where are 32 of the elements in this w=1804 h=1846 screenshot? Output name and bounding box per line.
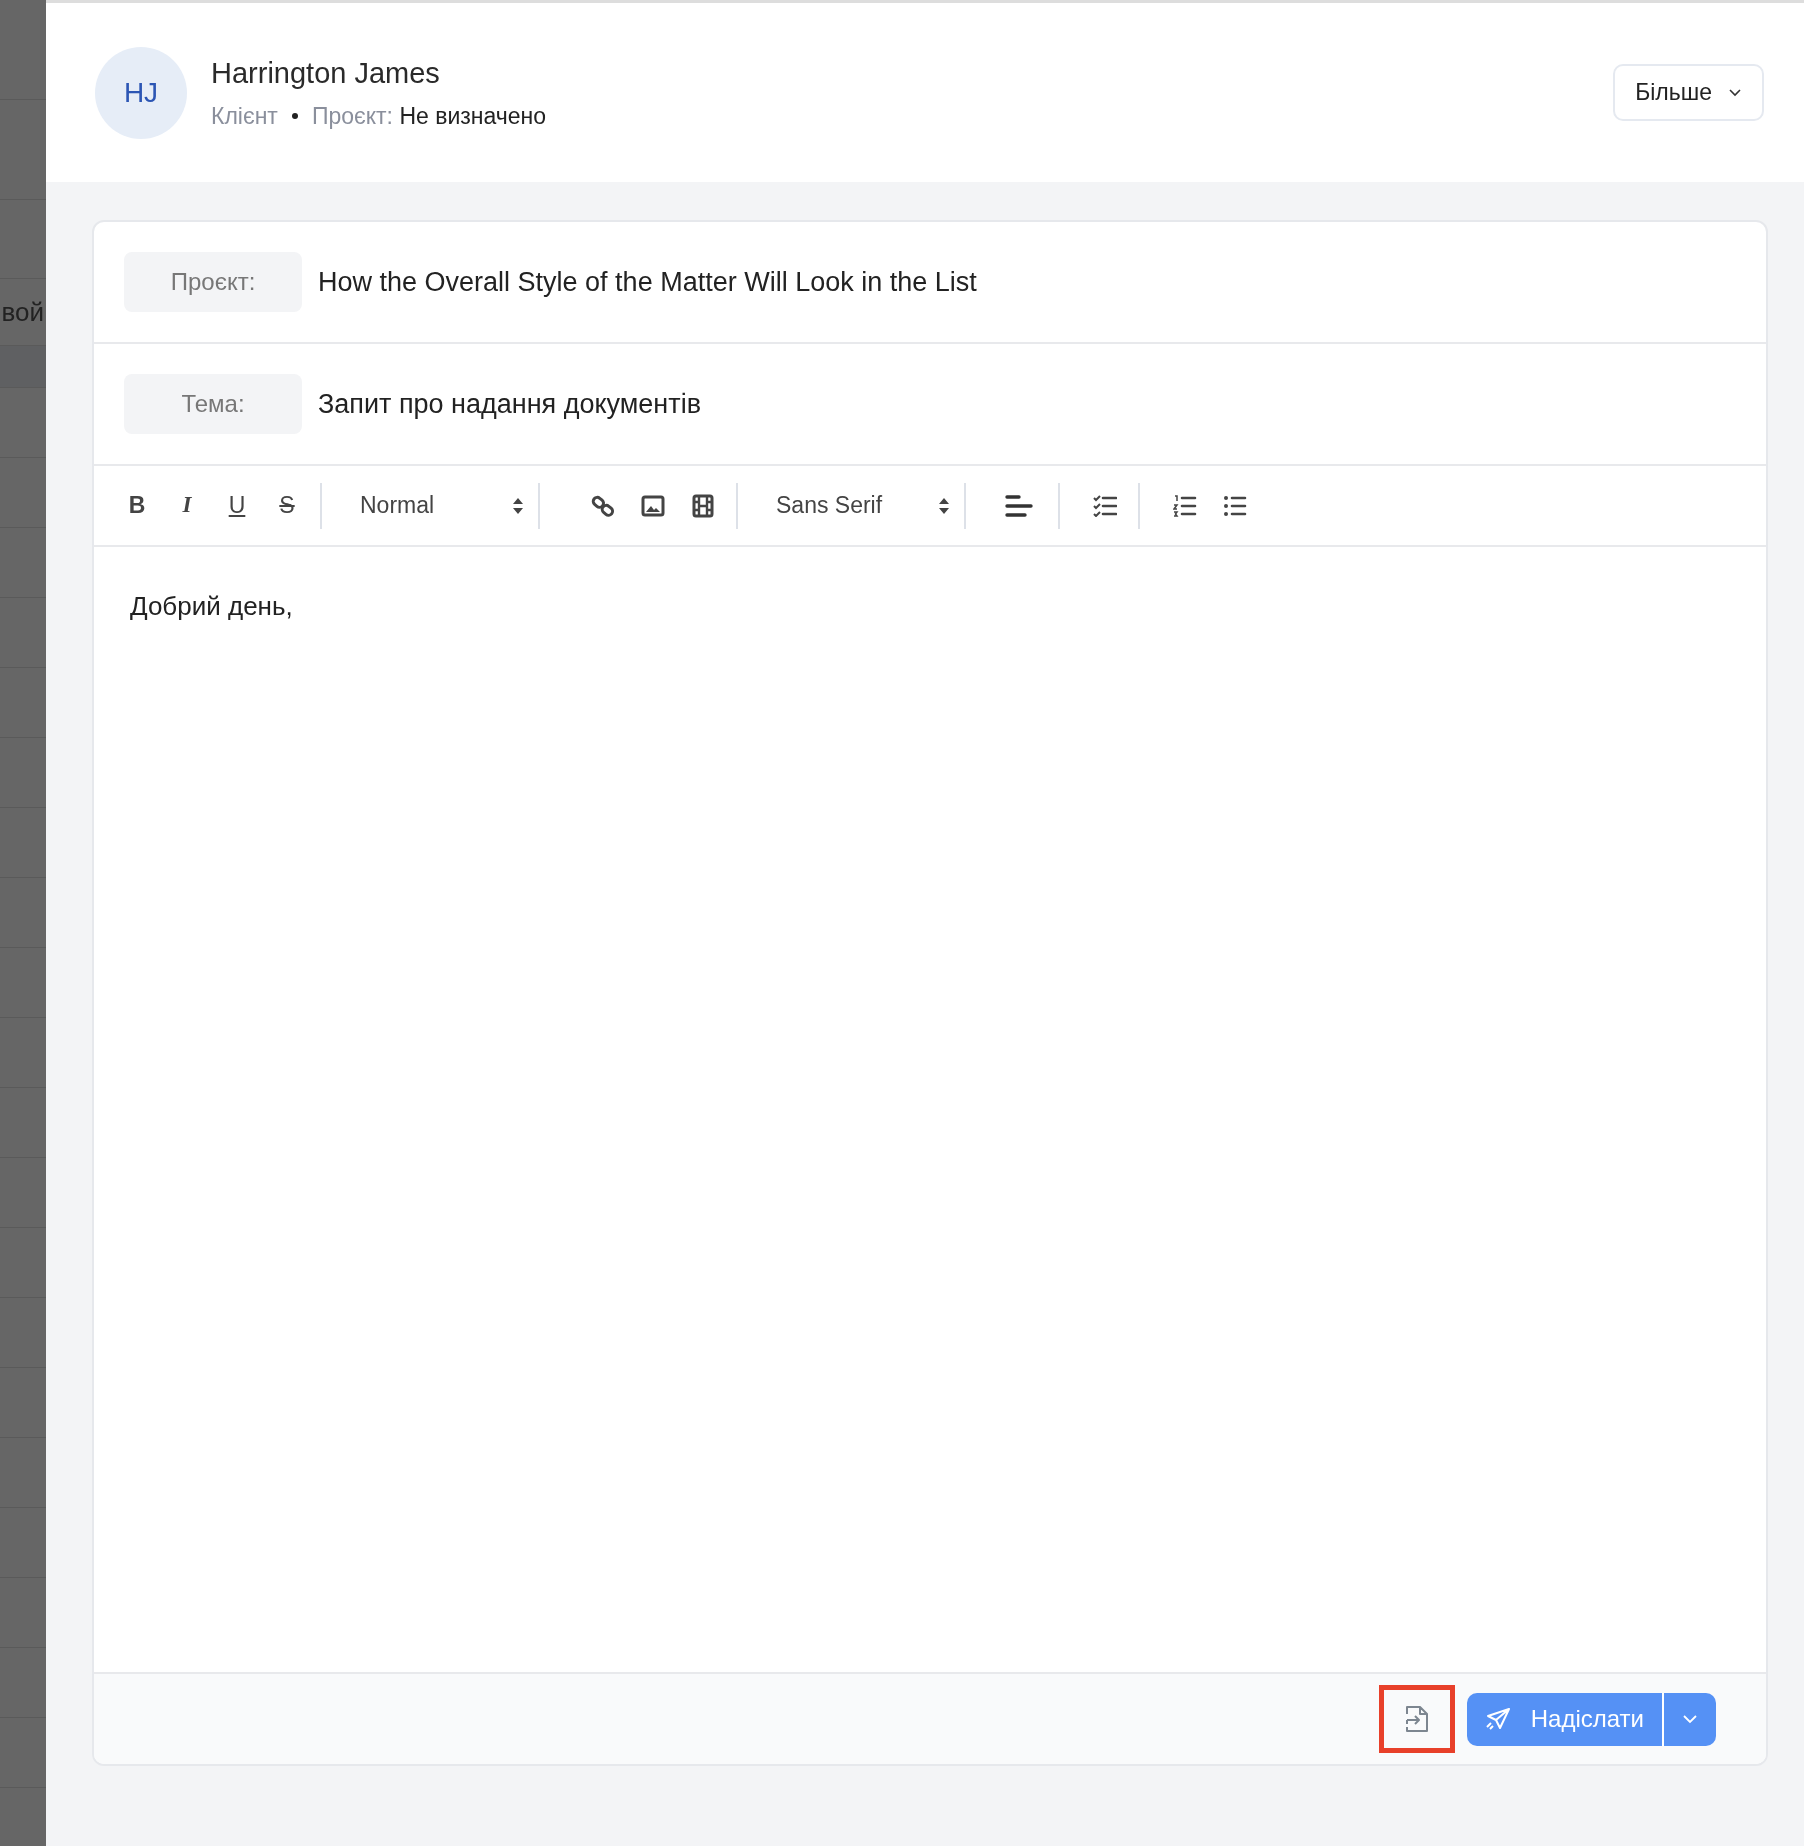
chevron-down-icon (1728, 88, 1742, 97)
send-options-button[interactable] (1662, 1692, 1716, 1746)
bold-button[interactable]: B (112, 485, 162, 526)
paper-plane-icon (1484, 1707, 1511, 1731)
link-icon (591, 493, 615, 518)
bulleted-list-icon (1223, 494, 1247, 517)
row-text: вой (1, 295, 44, 329)
attach-file-button[interactable] (1378, 1685, 1455, 1753)
client-name: Harrington James (211, 55, 441, 91)
project-info: Проєкт: Не визначено (311, 102, 547, 131)
field-label: Тема: (124, 374, 302, 434)
chevron-down-icon (1682, 1714, 1698, 1724)
checklist-icon (1093, 494, 1117, 517)
more-button[interactable]: Більше (1613, 64, 1764, 121)
file-import-icon (1403, 1704, 1430, 1734)
film-icon (692, 493, 714, 518)
client-role: Клієнт (211, 102, 278, 131)
avatar: HJ (95, 46, 187, 139)
strikethrough-button[interactable]: S (262, 485, 312, 526)
editor-area[interactable]: Добрий день, (94, 547, 1766, 1672)
field-value[interactable]: How the Overall Style of the Matter Will Look in the List (318, 261, 977, 303)
italic-button[interactable]: I (162, 485, 212, 526)
editor-text: Добрий день, (130, 591, 293, 621)
numbered-list-icon (1173, 493, 1197, 518)
field-label: Проєкт: (124, 252, 302, 312)
bullet-icon (291, 113, 298, 120)
image-icon (641, 494, 665, 517)
align-left-icon (1005, 493, 1033, 518)
field-value[interactable]: Запит про надання документів (318, 383, 701, 425)
heading-select[interactable]: Normal (330, 488, 530, 523)
underline-button[interactable]: U (212, 485, 262, 526)
font-select[interactable]: Sans Serif (746, 488, 956, 523)
